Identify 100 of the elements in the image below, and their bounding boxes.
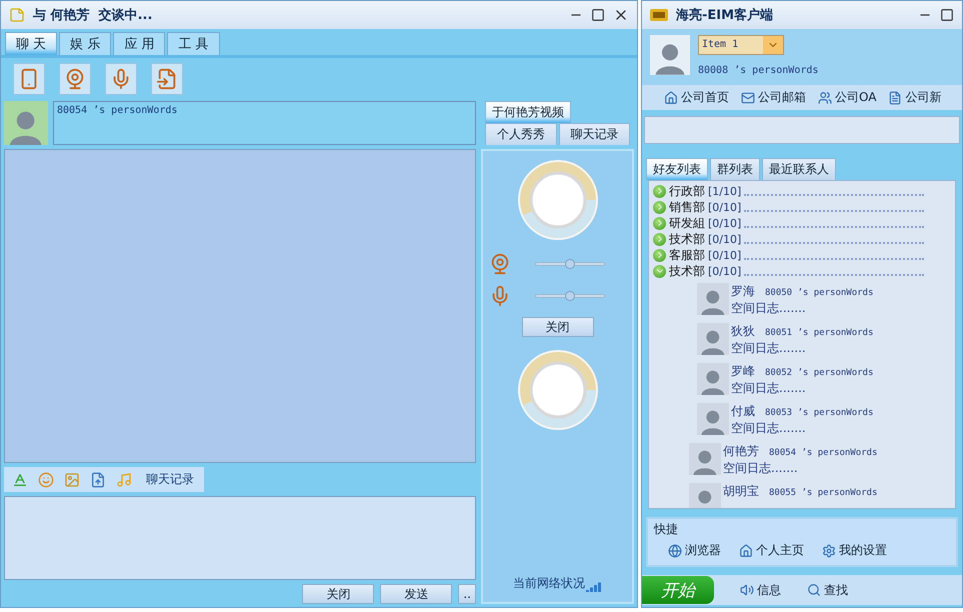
slider-thumb[interactable] [565,291,575,301]
group-count: [0/10] [708,200,742,214]
toolbar-button[interactable] [151,62,183,94]
group-count: [0/10] [708,216,742,230]
expand-icon[interactable] [653,184,666,198]
contact-name[interactable]: 胡明宝 [723,483,759,500]
text-field[interactable] [644,116,960,144]
menu-tab[interactable]: 聊 天 [5,32,58,55]
blog-link[interactable]: 空间日志....... [731,340,874,357]
group-name[interactable]: 客服部 [669,246,705,264]
slider-thumb[interactable] [565,259,575,269]
shortcut[interactable]: 个人主页 [739,542,804,559]
home-icon [664,90,678,104]
group-name[interactable]: 技术部 [669,262,705,280]
shortcut[interactable]: 我的设置 [822,542,887,559]
expand-icon[interactable] [653,200,666,214]
close-video-button[interactable]: 关闭 [522,317,594,337]
contact-signature: 80051 ’s personWords [765,328,874,338]
taskbar-item[interactable]: 查找 [807,582,848,598]
link[interactable]: 公司邮箱 [741,89,806,106]
document-icon [888,90,902,104]
signal-icon [586,582,602,592]
window-title: 与 何艳芳 交谈中... [33,6,154,24]
contact-name[interactable]: 付威 [731,403,755,420]
more-button[interactable]: .. [458,584,476,604]
file-icon [156,68,178,90]
network-status-text: 当前网络状况 [513,575,585,592]
menu-tab[interactable]: 娱 乐 [59,32,112,55]
link[interactable]: 公司新 [888,89,942,106]
list-tab[interactable]: 群列表 [710,158,760,180]
mail-icon [741,90,755,104]
image-icon[interactable] [64,472,80,488]
shortcut[interactable]: 浏览器 [668,542,721,559]
group-count: [0/10] [708,232,742,246]
side-tab[interactable]: 个人秀秀 [485,123,556,145]
music-note-icon[interactable] [116,472,132,488]
contact-name[interactable]: 何艳芳 [723,443,759,460]
avatar [4,101,48,145]
contact-signature: 80054 ’s personWords [769,448,878,458]
close-button[interactable]: 关闭 [302,584,374,604]
signature-text: 80008 ’s personWords [698,65,818,76]
note-icon [9,7,25,23]
toolbar-button[interactable] [59,62,91,94]
message-input[interactable] [4,496,476,580]
link[interactable]: 公司首页 [664,89,729,106]
side-tab[interactable]: 聊天记录 [558,123,630,145]
video-tab[interactable]: 于何艳芳视频 [485,101,571,123]
menu-tab[interactable]: 工 具 [167,32,220,55]
link[interactable]: 公司OA [818,89,876,106]
logo-icon [650,9,668,21]
people-icon [818,90,832,104]
home-icon [739,544,753,558]
group-count: [0/10] [708,248,742,262]
volume-slider[interactable] [535,294,605,298]
avatar [689,443,721,475]
status-dropdown[interactable]: Item 1 [698,35,784,55]
maximize-button[interactable] [591,8,605,22]
expand-icon[interactable] [653,232,666,246]
blog-link[interactable]: 空间日志....... [731,300,874,317]
avatar [689,483,721,508]
settings-icon [822,544,836,558]
avatar [697,403,729,435]
contact-signature: 80050 ’s personWords [765,288,874,298]
contact-signature: 80055 ’s personWords [769,488,878,498]
volume-slider[interactable] [535,262,605,266]
search-icon [807,583,821,597]
taskbar-item[interactable]: 信息 [740,582,781,598]
contact-name[interactable]: 罗峰 [731,363,755,380]
maximize-button[interactable] [940,8,954,22]
group-count: [0/10] [708,264,742,278]
blog-link[interactable]: 空间日志....... [731,380,874,397]
signature-text: 80054 ’s personWords [53,101,476,145]
smiley-icon[interactable] [38,472,54,488]
toolbar-button[interactable] [13,62,45,94]
toolbar-button[interactable] [105,62,137,94]
blog-link[interactable]: 空间日志....... [723,460,878,477]
contact-name[interactable]: 罗海 [731,283,755,300]
group-name[interactable]: 销售部 [669,198,705,216]
avatar [650,35,690,75]
avatar [697,323,729,355]
group-name[interactable]: 行政部 [669,182,705,200]
list-tab[interactable]: 最近联系人 [762,158,836,180]
expand-icon[interactable] [653,264,666,278]
avatar [697,363,729,395]
font-icon[interactable] [12,472,28,488]
avatar [697,283,729,315]
send-button[interactable]: 发送 [380,584,452,604]
group-name[interactable]: 研发組 [669,214,705,232]
chat-history-link[interactable]: 聊天记录 [146,471,194,488]
globe-icon [668,544,682,558]
menu-tab[interactable]: 应 用 [113,32,166,55]
expand-icon[interactable] [653,216,666,230]
section-title: 快捷 [654,521,679,538]
expand-icon[interactable] [653,248,666,262]
contact-name[interactable]: 狄狄 [731,323,755,340]
webcam-icon [489,253,511,275]
file-icon[interactable] [90,472,106,488]
blog-link[interactable]: 空间日志....... [731,420,874,437]
group-name[interactable]: 技术部 [669,230,705,248]
list-tab[interactable]: 好友列表 [646,158,708,180]
